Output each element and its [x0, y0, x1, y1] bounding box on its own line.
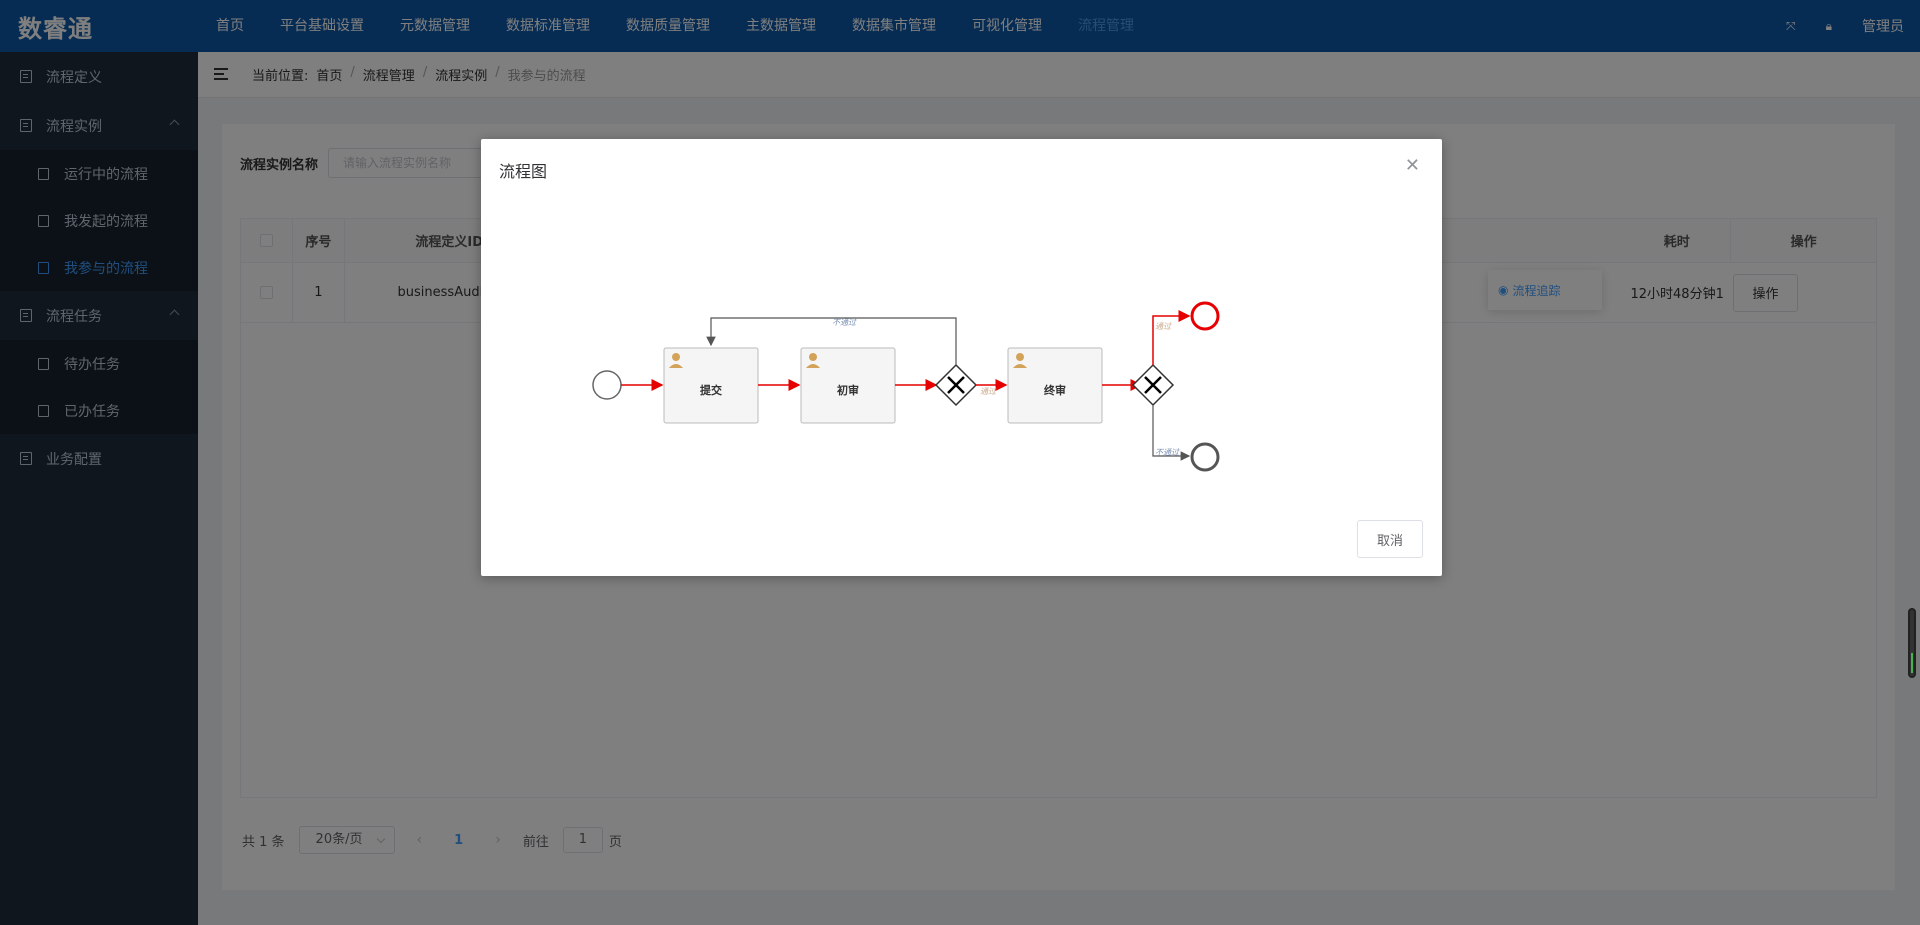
edge-label-reject-loop: 不通过 — [832, 318, 857, 327]
cancel-button[interactable]: 取消 — [1357, 520, 1423, 558]
task-first-review-label: 初审 — [837, 383, 859, 397]
exclusive-gateway-1 — [934, 363, 978, 407]
edge-label-pass-mid: 通过 — [980, 387, 997, 396]
edge-label-reject-final: 不通过 — [1155, 448, 1180, 457]
task-submit: 提交 — [663, 347, 759, 424]
scroll-indicator[interactable] — [1908, 608, 1916, 678]
process-diagram-dialog: 流程图 ✕ 提交 初审 不通过 通过 终审 通过 不通过 取消 — [481, 139, 1442, 576]
end-event-pass — [1190, 301, 1220, 331]
task-submit-label: 提交 — [700, 383, 722, 397]
start-event — [592, 370, 622, 400]
task-final-review: 终审 — [1007, 347, 1103, 424]
exclusive-gateway-2 — [1131, 363, 1175, 407]
end-event-reject — [1190, 442, 1220, 472]
edge-label-pass-final: 通过 — [1155, 322, 1172, 331]
task-final-review-label: 终审 — [1044, 383, 1066, 397]
task-first-review: 初审 — [800, 347, 896, 424]
bpmn-diagram: 提交 初审 不通过 通过 终审 通过 不通过 — [592, 301, 1220, 472]
